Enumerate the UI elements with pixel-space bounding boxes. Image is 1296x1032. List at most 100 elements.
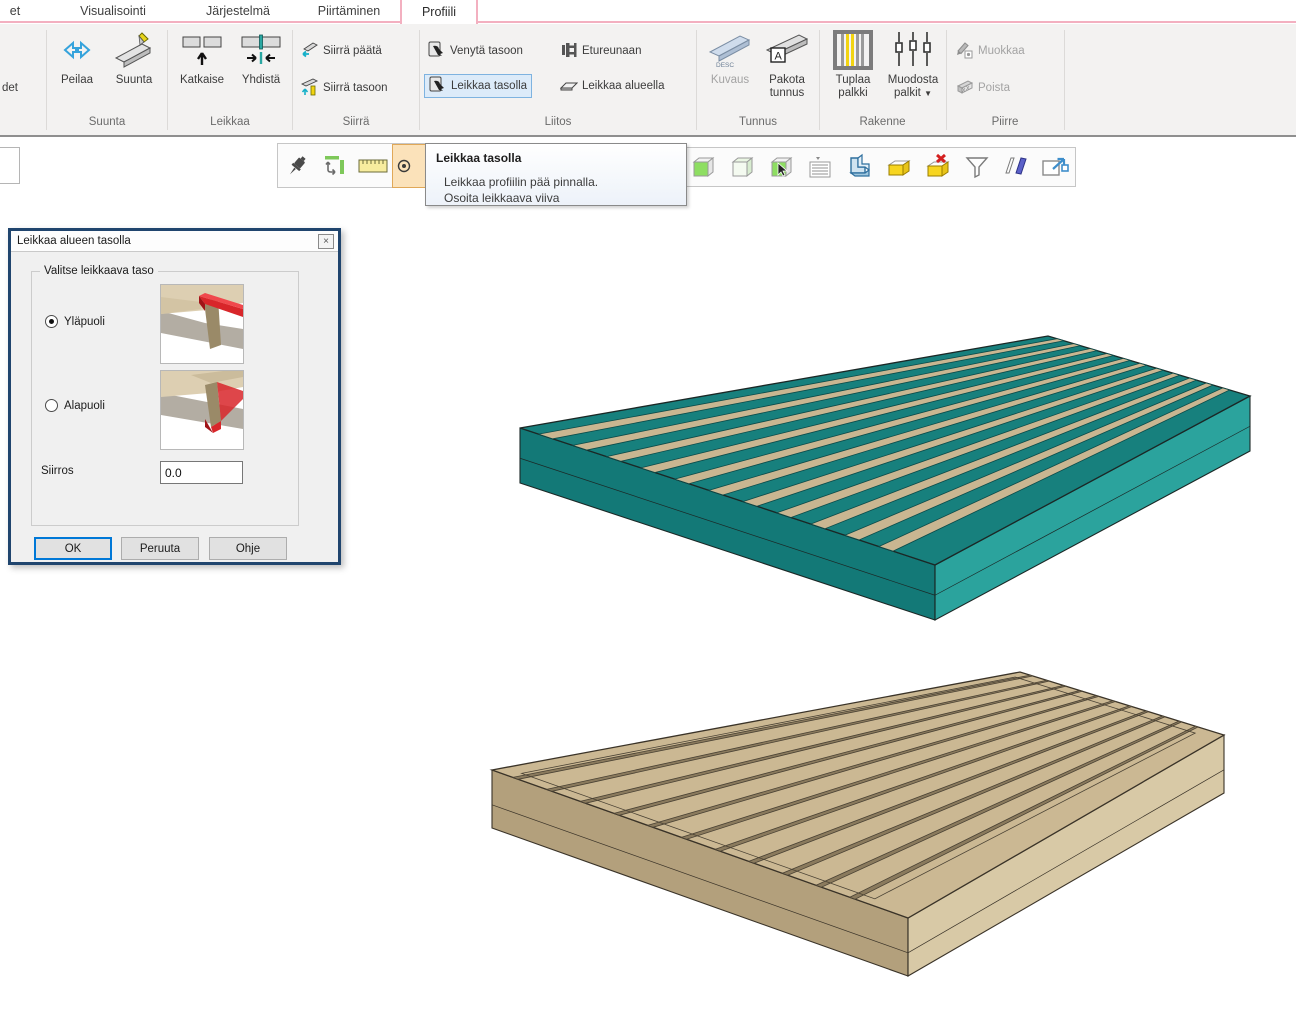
- tooltip: Leikkaa tasolla Leikkaa profiilin pää pi…: [425, 143, 687, 206]
- clipped-panel-edge: [0, 147, 20, 184]
- generate-studs-icon: [891, 28, 935, 72]
- description-beam-icon: DESC: [706, 28, 754, 72]
- tab-visualisointi[interactable]: Visualisointi: [48, 0, 178, 21]
- svg-text:DESC: DESC: [716, 62, 734, 69]
- shaded-solid-button[interactable]: [723, 148, 761, 186]
- open-box-button[interactable]: [880, 148, 918, 186]
- edit-feature-icon: [956, 41, 974, 62]
- measure-button[interactable]: [354, 147, 392, 185]
- peilaa-button[interactable]: Peilaa: [50, 28, 104, 114]
- ibeam-icon: [560, 41, 578, 62]
- dialog-title[interactable]: Leikkaa alueen tasolla: [11, 231, 338, 252]
- groupbox-label: Valitse leikkaava taso: [40, 265, 158, 277]
- offset-input[interactable]: [160, 461, 243, 484]
- dropdown-arrow-icon: ▼: [924, 89, 932, 98]
- select-faces-button[interactable]: [762, 148, 800, 186]
- cut-in-region-icon: [560, 76, 578, 97]
- cut-above-preview-image: [160, 284, 244, 364]
- yhdista-button[interactable]: Yhdistä: [232, 28, 290, 114]
- export-arrow-icon: [1040, 153, 1070, 181]
- tab-accent-line: [0, 21, 1296, 23]
- katkaise-button[interactable]: Katkaise: [172, 28, 232, 114]
- extend-move-icon: [322, 153, 348, 179]
- muodosta-palkit-button[interactable]: Muodosta palkit ▼: [882, 28, 944, 114]
- export-view-button[interactable]: [1036, 148, 1074, 186]
- list-icon: [806, 153, 834, 181]
- ruler-icon: [358, 153, 388, 179]
- cube-shaded-icon: [728, 153, 756, 181]
- list-view-button[interactable]: [801, 148, 839, 186]
- tooltip-body: Leikkaa profiilin pää pinnalla. Osoita l…: [444, 174, 686, 206]
- siirra-paata-button[interactable]: Siirrä päätä: [297, 39, 386, 63]
- quick-toolbar-left: [277, 143, 447, 188]
- mirror-icon: [57, 28, 97, 72]
- tab-piirtaminen[interactable]: Piirtäminen: [298, 0, 400, 21]
- extend-button[interactable]: [316, 147, 354, 185]
- tab-jarjestelma[interactable]: Järjestelmä: [180, 0, 296, 21]
- dialog-leikkaa-alueen-tasolla: Leikkaa alueen tasolla × Valitse leikkaa…: [8, 228, 341, 565]
- blue-l-solid-icon: [845, 153, 873, 181]
- ok-button[interactable]: OK: [34, 537, 112, 560]
- profile-solid-button[interactable]: [840, 148, 878, 186]
- group-label-piirre: Piirre: [946, 116, 1064, 128]
- slabs-button[interactable]: [997, 148, 1035, 186]
- tab-profiili[interactable]: Profiili: [400, 0, 478, 24]
- help-button[interactable]: Ohje: [209, 537, 287, 560]
- two-slabs-icon: [1002, 153, 1030, 181]
- radio-circle-unselected: [45, 399, 58, 412]
- tab-partial[interactable]: et: [0, 0, 30, 21]
- beam-direction-icon: [112, 28, 156, 72]
- cube-green-face-icon: [689, 153, 717, 181]
- filter-button[interactable]: [958, 148, 996, 186]
- deck-model-teal[interactable]: [520, 336, 1250, 620]
- break-icon: [180, 28, 224, 72]
- dialog-close-button[interactable]: ×: [318, 234, 334, 249]
- pushpin-icon: [284, 153, 310, 179]
- deck-model-tan[interactable]: [492, 672, 1224, 976]
- group-label-leikkaa: Leikkaa: [168, 116, 292, 128]
- cancel-button[interactable]: Peruuta: [121, 537, 199, 560]
- delete-box-button[interactable]: [919, 148, 957, 186]
- join-icon: [239, 28, 283, 72]
- kuvaus-button[interactable]: DESC Kuvaus: [702, 28, 758, 114]
- siirra-tasoon-button[interactable]: Siirrä tasoon: [297, 76, 392, 100]
- radio-alapuoli[interactable]: Alapuoli: [45, 399, 105, 412]
- suunta-button[interactable]: Suunta: [104, 28, 164, 114]
- move-end-icon: [301, 41, 319, 62]
- leikkaa-tasolla-button[interactable]: Leikkaa tasolla: [424, 74, 532, 98]
- muokkaa-button[interactable]: Muokkaa: [952, 39, 1029, 63]
- etureunaan-button[interactable]: Etureunaan: [556, 39, 645, 63]
- partial-button-label[interactable]: det: [2, 82, 18, 94]
- tooltip-title: Leikkaa tasolla: [436, 151, 686, 165]
- group-label-liitos: Liitos: [420, 116, 696, 128]
- delete-feature-icon: xx: [956, 78, 974, 99]
- target-icon: [397, 159, 411, 173]
- cut-below-preview-image: [160, 370, 244, 450]
- yellow-box-icon: [885, 153, 913, 181]
- poista-button[interactable]: xx Poista: [952, 76, 1014, 100]
- cut-on-plane-icon: [429, 76, 447, 97]
- radio-ylapuoli[interactable]: Yläpuoli: [45, 315, 105, 328]
- group-label-rakenne: Rakenne: [819, 116, 946, 128]
- tuplaa-palkki-button[interactable]: Tuplaa palkki: [824, 28, 882, 114]
- offset-label: Siirros: [41, 465, 74, 477]
- radio-circle-selected: [45, 315, 58, 328]
- group-label-siirra: Siirrä: [293, 116, 419, 128]
- ribbon-tab-bar: et Visualisointi Järjestelmä Piirtäminen…: [0, 0, 1296, 24]
- funnel-icon: [964, 154, 990, 180]
- force-mark-icon: A: [763, 28, 811, 72]
- venyta-tasoon-button[interactable]: Venytä tasoon: [424, 39, 527, 63]
- yellow-box-delete-icon: [924, 153, 952, 181]
- group-label-tunnus: Tunnus: [697, 116, 819, 128]
- double-stud-icon: [832, 28, 874, 72]
- ribbon: det Peilaa Suunta Suunta Katkaise: [0, 24, 1296, 137]
- svg-text:A: A: [775, 51, 783, 63]
- svg-text:x: x: [966, 85, 970, 92]
- leikkaa-alueella-button[interactable]: Leikkaa alueella: [556, 74, 668, 98]
- group-label-suunta: Suunta: [50, 116, 164, 128]
- view-toolbar: [682, 147, 1076, 187]
- shaded-faces-button[interactable]: [684, 148, 722, 186]
- pakota-tunnus-button[interactable]: A Pakota tunnus: [758, 28, 816, 114]
- pin-button[interactable]: [278, 147, 316, 185]
- stretch-to-plane-icon: [428, 41, 446, 62]
